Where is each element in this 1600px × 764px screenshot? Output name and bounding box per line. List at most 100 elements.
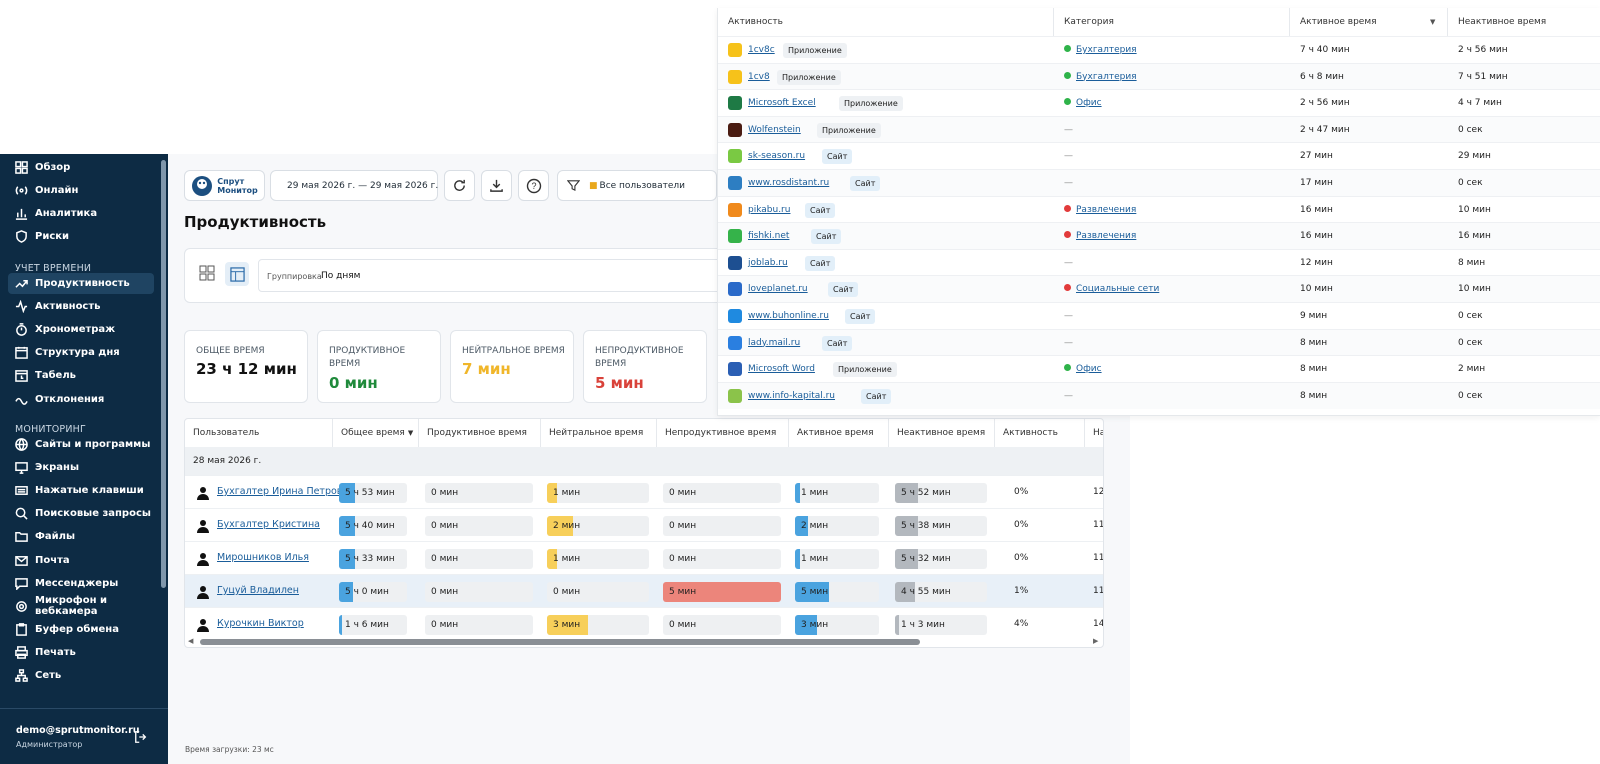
sidebar-item-network[interactable]: Сеть [8,665,154,686]
activity-column-header[interactable]: Активность [718,8,1054,36]
activity-column-header[interactable]: Активное время ▼ [1290,8,1448,36]
activity-row[interactable]: 1cv8c Приложение Бухгалтерия 7 ч 40 мин 2 ч … [718,36,1600,63]
grouping-select[interactable]: Группировка По дням [258,259,728,292]
sidebar-item-calendar[interactable]: Структура дня [8,342,154,363]
activity-row[interactable]: www.info-kapital.ru Сайт — 8 мин 0 сек [718,381,1600,409]
activity-row[interactable]: fishki.net Сайт Развлечения 16 мин 16 мин [718,222,1600,250]
sidebar-item-broadcast[interactable]: Онлайн [8,180,154,201]
sidebar-item-dashboard[interactable]: Обзор [8,157,154,178]
category-link[interactable]: Социальные сети [1064,284,1159,294]
activity-name-link[interactable]: Microsoft Excel [748,98,816,108]
sidebar-item-search[interactable]: Поисковые запросы [8,503,154,524]
user-name-link[interactable]: Мирошников Илья [217,552,309,563]
table-row[interactable]: Бухгалтер Ирина Петрова 5 ч 53 мин 0 мин 1 … [185,475,1103,508]
sidebar-item-monitor[interactable]: Экраны [8,457,154,478]
sidebar-item-deviation[interactable]: Отклонения [8,389,154,410]
download-button[interactable] [481,170,512,201]
activity-row[interactable]: Microsoft Word Приложение Офис 8 мин 2 мин [718,355,1600,382]
refresh-button[interactable] [444,170,475,201]
activity-name-link[interactable]: sk-season.ru [748,151,805,161]
activity-name-link[interactable]: www.info-kapital.ru [748,391,835,401]
column-header[interactable]: Активное время [789,419,889,447]
category-link[interactable]: Офис [1064,364,1102,374]
users-filter[interactable]: ■ Все пользователи [557,170,717,201]
activity-name-link[interactable]: pikabu.ru [748,205,790,215]
activity-row[interactable]: lady.mail.ru Сайт — 8 мин 0 сек [718,328,1600,356]
activity-column-header[interactable]: Категория [1054,8,1290,36]
sidebar-item-keyboard[interactable]: Нажатые клавиши [8,480,154,501]
activity-name-link[interactable]: fishki.net [748,231,789,241]
column-header[interactable]: Неактивное время [889,419,995,447]
activity-name-link[interactable]: loveplanet.ru [748,284,808,294]
sidebar-item-bar-chart[interactable]: Аналитика [8,203,154,224]
sidebar-item-shield[interactable]: Риски [8,226,154,247]
activity-name-link[interactable]: www.rosdistant.ru [748,178,829,188]
user-name-link[interactable]: Бухгалтер Ирина Петрова [217,486,348,497]
column-header[interactable]: Пользователь [185,419,333,447]
activity-name-link[interactable]: lady.mail.ru [748,338,800,348]
activity-row[interactable]: Wolfenstein Приложение — 2 ч 47 мин 0 сек [718,115,1600,143]
sidebar-item-globe[interactable]: Сайты и программы [8,434,154,455]
camera-icon [15,600,28,613]
activity-row[interactable]: www.rosdistant.ru Сайт — 17 мин 0 сек [718,169,1600,196]
table-row[interactable]: Бухгалтер Кристина 5 ч 40 мин 0 мин 2 мин 0 … [185,508,1103,541]
sidebar-item-trend[interactable]: Продуктивность [8,273,154,294]
sidebar-item-clipboard[interactable]: Буфер обмена [8,619,154,640]
date-range-picker[interactable]: 29 мая 2026 г. — 29 мая 2026 г. [270,170,438,201]
activity-row[interactable]: sk-season.ru Сайт — 27 мин 29 мин [718,142,1600,169]
activity-name-link[interactable]: Microsoft Word [748,364,815,374]
scroll-left-arrow[interactable]: ◀ [188,637,193,645]
table-row[interactable]: Курочкин Виктор 1 ч 6 мин 0 мин 3 мин 0 мин 3… [185,607,1103,640]
horizontal-scrollbar[interactable]: ◀ ▶ [185,637,1103,647]
activity-name-link[interactable]: Wolfenstein [748,125,801,135]
sidebar-item-camera[interactable]: Микрофон и вебкамера [8,595,154,617]
column-header[interactable]: Общее время ▼ [333,419,419,447]
user-name-link[interactable]: Курочкин Виктор [217,618,304,629]
category-link[interactable]: Развлечения [1064,204,1136,215]
sidebar-item-folder[interactable]: Файлы [8,526,154,547]
sidebar-item-calendar-clock[interactable]: Табель [8,365,154,386]
last-column-value: 11 [1093,553,1104,563]
user-name-link[interactable]: Бухгалтер Кристина [217,519,320,530]
column-header[interactable]: Нейтральное время [541,419,657,447]
table-row[interactable]: Гуцуй Владилен 5 ч 0 мин 0 мин 0 мин 5 мин 5 … [185,574,1103,607]
category-link[interactable]: Бухгалтерия [1064,45,1137,55]
inactive-time-bar-text: 5 ч 32 мин [901,554,951,564]
grid-view-button[interactable] [199,265,219,285]
category-link[interactable]: Офис [1064,98,1102,108]
activity-row[interactable]: joblab.ru Сайт — 12 мин 8 мин [718,248,1600,276]
activity-row[interactable]: 1cv8 Приложение Бухгалтерия 6 ч 8 мин 7 ч 51… [718,62,1600,90]
activity-name-link[interactable]: 1cv8c [748,45,775,55]
sort-desc-icon[interactable]: ▼ [408,429,413,437]
logo[interactable]: Спрут Монитор [184,170,265,201]
category-link[interactable]: Бухгалтерия [1064,71,1137,82]
sidebar-item-stopwatch[interactable]: Хронометраж [8,319,154,340]
user-icon [197,518,209,533]
column-header[interactable]: Непродуктивное время [657,419,789,447]
sidebar-item-pulse[interactable]: Активность [8,296,154,317]
activity-name-link[interactable]: 1cv8 [748,72,770,82]
category-link[interactable]: Развлечения [1064,231,1136,241]
sidebar-item-printer[interactable]: Печать [8,642,154,663]
scrollbar-thumb[interactable] [200,639,920,645]
scroll-right-arrow[interactable]: ▶ [1093,637,1098,645]
table-row[interactable]: Мирошников Илья 5 ч 33 мин 0 мин 1 мин 0 мин… [185,541,1104,574]
column-header[interactable]: Активность [995,419,1085,447]
activity-column-header[interactable]: Неактивное время [1448,8,1598,36]
activity-row[interactable]: Microsoft Excel Приложение Офис 2 ч 56 мин 4… [718,89,1600,116]
user-name-link[interactable]: Гуцуй Владилен [217,585,299,596]
activity-name-link[interactable]: www.buhonline.ru [748,311,829,321]
activity-name-link[interactable]: joblab.ru [748,258,788,268]
activity-row[interactable]: www.buhonline.ru Сайт — 9 мин 0 сек [718,302,1600,329]
column-header[interactable]: Продуктивное время [419,419,541,447]
logout-icon[interactable] [134,730,148,744]
activity-row[interactable]: loveplanet.ru Сайт Социальные сети 10 мин 10… [718,275,1600,303]
sidebar-item-mail[interactable]: Почта [8,550,154,571]
table-view-button[interactable] [225,262,249,286]
activity-row[interactable]: pikabu.ru Сайт Развлечения 16 мин 10 мин [718,195,1600,223]
help-button[interactable]: ? [518,170,549,201]
sidebar-item-chat[interactable]: Мессенджеры [8,573,154,594]
sort-desc-icon[interactable]: ▼ [1430,18,1435,26]
sidebar-scrollbar[interactable] [161,160,166,588]
column-header[interactable]: На [1085,419,1103,447]
